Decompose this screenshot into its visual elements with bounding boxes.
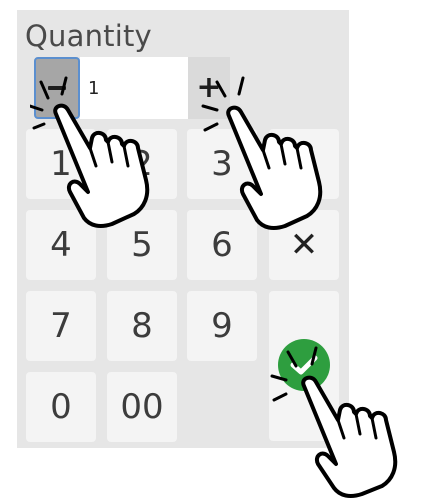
key-9[interactable]: 9 bbox=[187, 291, 257, 361]
key-0[interactable]: 0 bbox=[26, 372, 96, 442]
pointer-hand-icon bbox=[30, 76, 150, 228]
pointer-hand-icon bbox=[270, 346, 398, 498]
key-00[interactable]: 00 bbox=[107, 372, 177, 442]
key-8[interactable]: 8 bbox=[107, 291, 177, 361]
pointer-hand-icon bbox=[201, 76, 323, 230]
key-7[interactable]: 7 bbox=[26, 291, 96, 361]
quantity-label: Quantity bbox=[25, 19, 152, 53]
